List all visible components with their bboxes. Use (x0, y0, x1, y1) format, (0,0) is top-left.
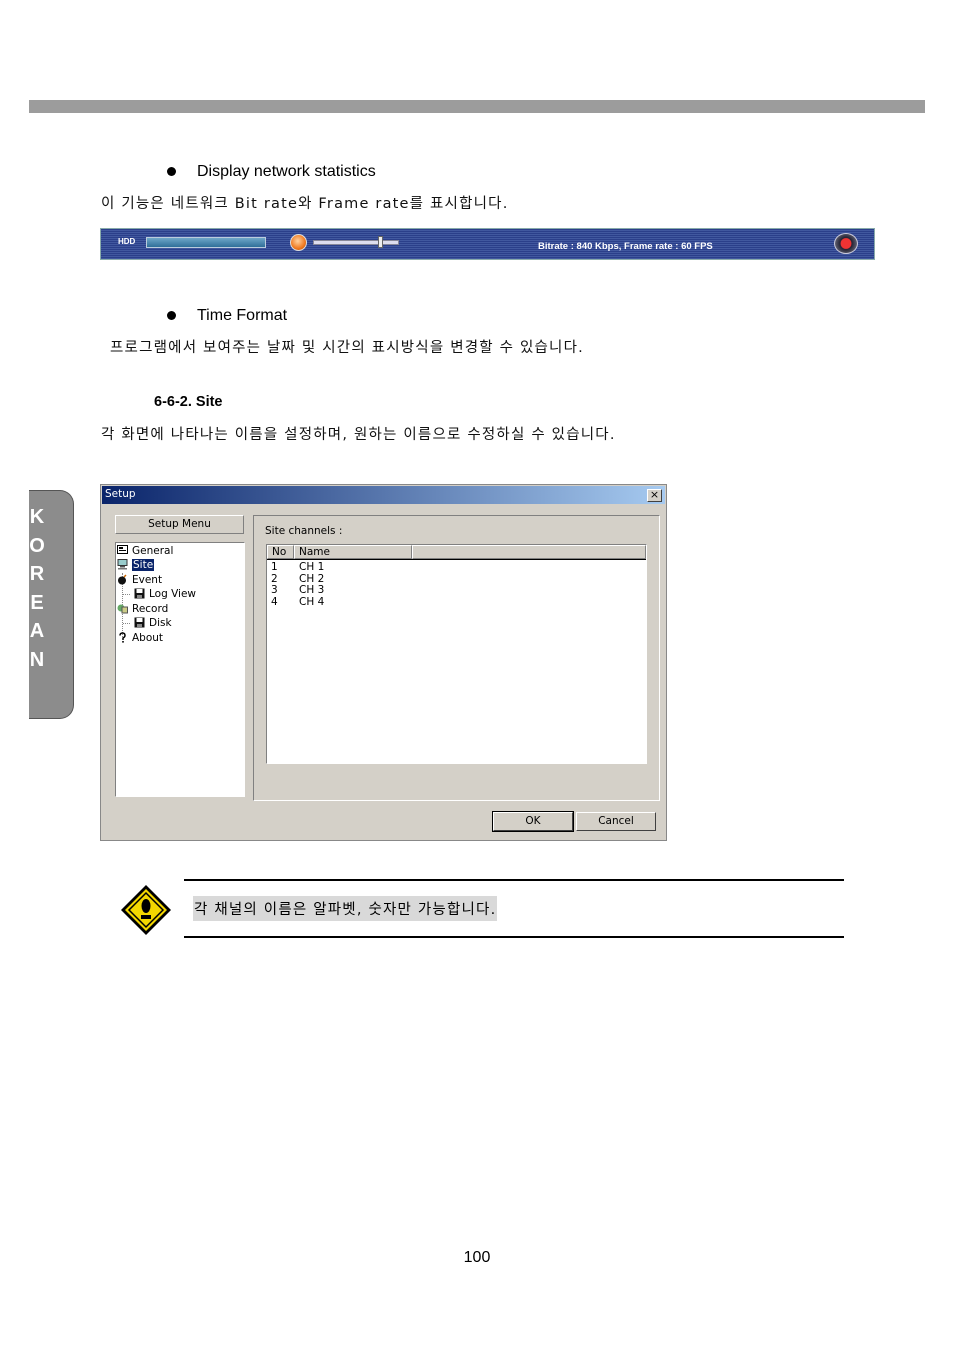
volume-slider[interactable] (313, 240, 399, 245)
side-tab-letter: K (29, 506, 45, 528)
tree-item-label: About (132, 632, 164, 644)
tree-item-label: Site (132, 559, 155, 571)
header-divider (267, 559, 646, 560)
tree-line (123, 623, 130, 624)
network-description: 이 기능은 네트워크 Bit rate와 Frame rate를 표시합니다. (101, 196, 509, 212)
time-format-title: Time Format (197, 307, 288, 324)
tree-item-label: Record (132, 603, 169, 615)
hdd-usage-bar (146, 237, 266, 248)
site-description: 각 화면에 나타나는 이름을 설정하며, 원하는 이름으로 수정하실 수 있습니… (101, 427, 616, 443)
tree-item-record[interactable]: Record (117, 603, 168, 616)
tree-item-label: General (132, 545, 174, 557)
tree-item-general[interactable]: General (117, 545, 173, 558)
tree-item-log-view[interactable]: Log View (134, 588, 196, 601)
table-row[interactable]: 1 CH 1 (271, 561, 325, 574)
column-header-no[interactable]: No (267, 545, 294, 559)
network-title: Display network statistics (197, 163, 376, 180)
note-text: 각 채널의 이름은 알파벳, 숫자만 가능합니다. (193, 896, 498, 921)
row-name: CH 1 (299, 561, 325, 573)
record-button-icon[interactable] (834, 233, 858, 254)
column-header-empty (412, 545, 646, 559)
bullet-icon (167, 311, 176, 320)
bullet-icon (167, 167, 176, 176)
question-mark-icon (119, 632, 126, 643)
row-name: CH 3 (299, 584, 325, 596)
side-tab-letter: E (30, 591, 44, 614)
cancel-button[interactable]: Cancel (576, 812, 656, 831)
volume-slider-thumb[interactable] (378, 236, 383, 248)
network-stats-text: Bitrate : 840 Kbps, Frame rate : 60 FPS (538, 241, 713, 252)
column-header-name[interactable]: Name (294, 545, 412, 559)
note-top-rule (184, 879, 844, 881)
page-number: 100 (463, 1249, 491, 1266)
tree-item-disk[interactable]: Disk (134, 617, 172, 630)
warning-icon (121, 885, 171, 935)
table-row[interactable]: 4 CH 4 (271, 595, 325, 609)
tree-item-about[interactable]: About (117, 632, 163, 645)
side-tab-letter: N (29, 648, 45, 671)
side-tab-letter: R (29, 563, 45, 586)
language-side-tab: K O R E A N (29, 490, 74, 719)
floppy-disk-icon (134, 588, 145, 599)
header-rule (29, 100, 925, 113)
dialog-title: Setup (105, 488, 136, 500)
close-icon[interactable]: × (647, 489, 662, 502)
row-no: 3 (271, 584, 278, 596)
tree-item-site[interactable]: Site (117, 559, 155, 572)
note-bottom-rule (184, 936, 844, 938)
floppy-disk-icon (134, 617, 145, 628)
side-tab-letter: A (29, 620, 45, 643)
volume-knob-icon[interactable] (290, 234, 307, 251)
site-heading: 6-6-2. Site (154, 394, 223, 410)
dialog-titlebar[interactable]: Setup × (102, 486, 665, 504)
computer-icon (117, 559, 128, 570)
time-format-description: 프로그램에서 보여주는 날짜 및 시간의 표시방식을 변경할 수 있습니다. (110, 340, 584, 356)
setup-menu-tree: General Site Event Log View Record Disk … (115, 542, 245, 797)
setup-menu-header: Setup Menu (115, 515, 244, 534)
row-no: 4 (271, 595, 278, 608)
record-icon (117, 604, 128, 614)
tree-item-label: Log View (149, 588, 197, 600)
monitor-icon (117, 545, 128, 554)
hdd-label: HDD (118, 237, 136, 246)
bomb-icon (118, 574, 127, 585)
tree-line (123, 594, 130, 595)
ok-button[interactable]: OK (492, 811, 574, 832)
tree-item-label: Event (132, 574, 163, 586)
row-name: CH 4 (299, 595, 325, 608)
side-tab-letter: O (29, 534, 45, 557)
status-bar: HDD Bitrate : 840 Kbps, Frame rate : 60 … (100, 228, 875, 260)
site-channels-label: Site channels : (265, 525, 343, 537)
channel-list[interactable]: No Name 1 CH 1 2 CH 2 3 CH 3 4 CH 4 (266, 544, 647, 764)
setup-dialog: Setup × Setup Menu General Site Event Lo… (100, 484, 667, 841)
table-row[interactable]: 3 CH 3 (271, 584, 325, 597)
row-no: 1 (271, 561, 278, 573)
tree-item-event[interactable]: Event (117, 574, 162, 587)
tree-item-label: Disk (149, 617, 172, 629)
